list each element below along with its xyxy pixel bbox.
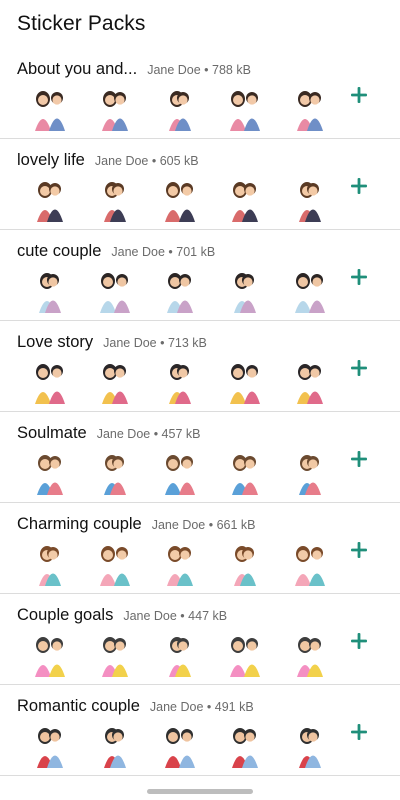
sticker-pack-row[interactable]: cute couple Jane Doe • 701 kB [0, 230, 400, 321]
pack-header: Couple goals Jane Doe • 447 kB [17, 606, 400, 625]
sticker-thumbnail [82, 451, 147, 495]
sticker-thumbnail [82, 633, 147, 677]
pack-header: cute couple Jane Doe • 701 kB [17, 242, 400, 261]
sticker-thumbnail [17, 724, 82, 768]
sticker-thumbnail [277, 724, 342, 768]
sticker-pack-row[interactable]: Couple goals Jane Doe • 447 kB [0, 594, 400, 685]
sticker-preview-strip [17, 269, 400, 313]
sticker-preview-strip [17, 87, 400, 131]
plus-icon[interactable] [348, 175, 370, 197]
sticker-thumbnail [82, 269, 147, 313]
pack-header: About you and... Jane Doe • 788 kB [17, 60, 400, 79]
sticker-thumbnail [212, 633, 277, 677]
sticker-thumbnail [277, 87, 342, 131]
pack-header: Soulmate Jane Doe • 457 kB [17, 424, 400, 443]
sticker-thumbnail [82, 542, 147, 586]
sticker-thumbnail [82, 724, 147, 768]
sticker-thumbnail [82, 87, 147, 131]
plus-icon[interactable] [348, 357, 370, 379]
sticker-thumbnail [17, 178, 82, 222]
sticker-thumbnail [17, 542, 82, 586]
sticker-thumbnail [82, 178, 147, 222]
page-title: Sticker Packs [17, 12, 146, 35]
sticker-thumbnail [212, 451, 277, 495]
pack-meta: Jane Doe • 457 kB [96, 427, 201, 441]
sticker-preview-strip [17, 633, 400, 677]
sticker-pack-row[interactable]: Love story Jane Doe • 713 kB [0, 321, 400, 412]
sticker-thumbnail [277, 360, 342, 404]
pack-meta: Jane Doe • 661 kB [151, 518, 256, 532]
sticker-thumbnail [17, 87, 82, 131]
pack-name: Romantic couple [17, 697, 140, 715]
pack-meta: Jane Doe • 447 kB [123, 609, 228, 623]
sticker-thumbnail [147, 633, 212, 677]
sticker-preview-strip [17, 542, 400, 586]
pack-name: Love story [17, 333, 94, 351]
sticker-preview-strip [17, 724, 400, 768]
sticker-thumbnail [212, 360, 277, 404]
pack-name: Couple goals [17, 606, 114, 624]
pack-name: cute couple [17, 242, 102, 260]
sticker-pack-row[interactable]: Soulmate Jane Doe • 457 kB [0, 412, 400, 503]
sticker-pack-list: About you and... Jane Doe • 788 kB lovely … [0, 48, 400, 776]
sticker-preview-strip [17, 451, 400, 495]
sticker-thumbnail [147, 178, 212, 222]
pack-name: Charming couple [17, 515, 142, 533]
pack-header: Romantic couple Jane Doe • 491 kB [17, 697, 400, 716]
sticker-thumbnail [212, 87, 277, 131]
plus-icon[interactable] [348, 721, 370, 743]
sticker-thumbnail [17, 269, 82, 313]
sticker-thumbnail [277, 269, 342, 313]
plus-icon[interactable] [348, 630, 370, 652]
sticker-pack-row[interactable]: Charming couple Jane Doe • 661 kB [0, 503, 400, 594]
pack-header: Charming couple Jane Doe • 661 kB [17, 515, 400, 534]
sticker-thumbnail [17, 360, 82, 404]
sticker-thumbnail [147, 87, 212, 131]
sticker-thumbnail [147, 451, 212, 495]
sticker-thumbnail [212, 724, 277, 768]
pack-meta: Jane Doe • 788 kB [147, 63, 251, 77]
sticker-preview-strip [17, 360, 400, 404]
app-header: Sticker Packs [0, 0, 400, 48]
sticker-thumbnail [212, 178, 277, 222]
pack-header: lovely life Jane Doe • 605 kB [17, 151, 400, 170]
sticker-thumbnail [147, 724, 212, 768]
pack-meta: Jane Doe • 605 kB [94, 154, 199, 168]
sticker-preview-strip [17, 178, 400, 222]
sticker-thumbnail [17, 451, 82, 495]
sticker-thumbnail [277, 633, 342, 677]
pack-meta: Jane Doe • 701 kB [111, 245, 216, 259]
sticker-thumbnail [147, 269, 212, 313]
sticker-thumbnail [277, 178, 342, 222]
sticker-pack-row[interactable]: lovely life Jane Doe • 605 kB [0, 139, 400, 230]
sticker-thumbnail [212, 542, 277, 586]
pack-meta: Jane Doe • 713 kB [103, 336, 207, 350]
sticker-thumbnail [82, 360, 147, 404]
plus-icon[interactable] [348, 539, 370, 561]
sticker-thumbnail [17, 633, 82, 677]
pack-name: Soulmate [17, 424, 87, 442]
plus-icon[interactable] [348, 266, 370, 288]
pack-name: lovely life [17, 151, 85, 169]
pack-meta: Jane Doe • 491 kB [149, 700, 254, 714]
plus-icon[interactable] [348, 84, 370, 106]
pack-name: About you and... [17, 60, 138, 78]
sticker-thumbnail [147, 542, 212, 586]
sticker-pack-row[interactable]: Romantic couple Jane Doe • 491 kB [0, 685, 400, 776]
sticker-pack-row[interactable]: About you and... Jane Doe • 788 kB [0, 48, 400, 139]
plus-icon[interactable] [348, 448, 370, 470]
sticker-thumbnail [277, 451, 342, 495]
pack-header: Love story Jane Doe • 713 kB [17, 333, 400, 352]
home-indicator [147, 789, 253, 794]
sticker-thumbnail [277, 542, 342, 586]
sticker-thumbnail [212, 269, 277, 313]
sticker-thumbnail [147, 360, 212, 404]
